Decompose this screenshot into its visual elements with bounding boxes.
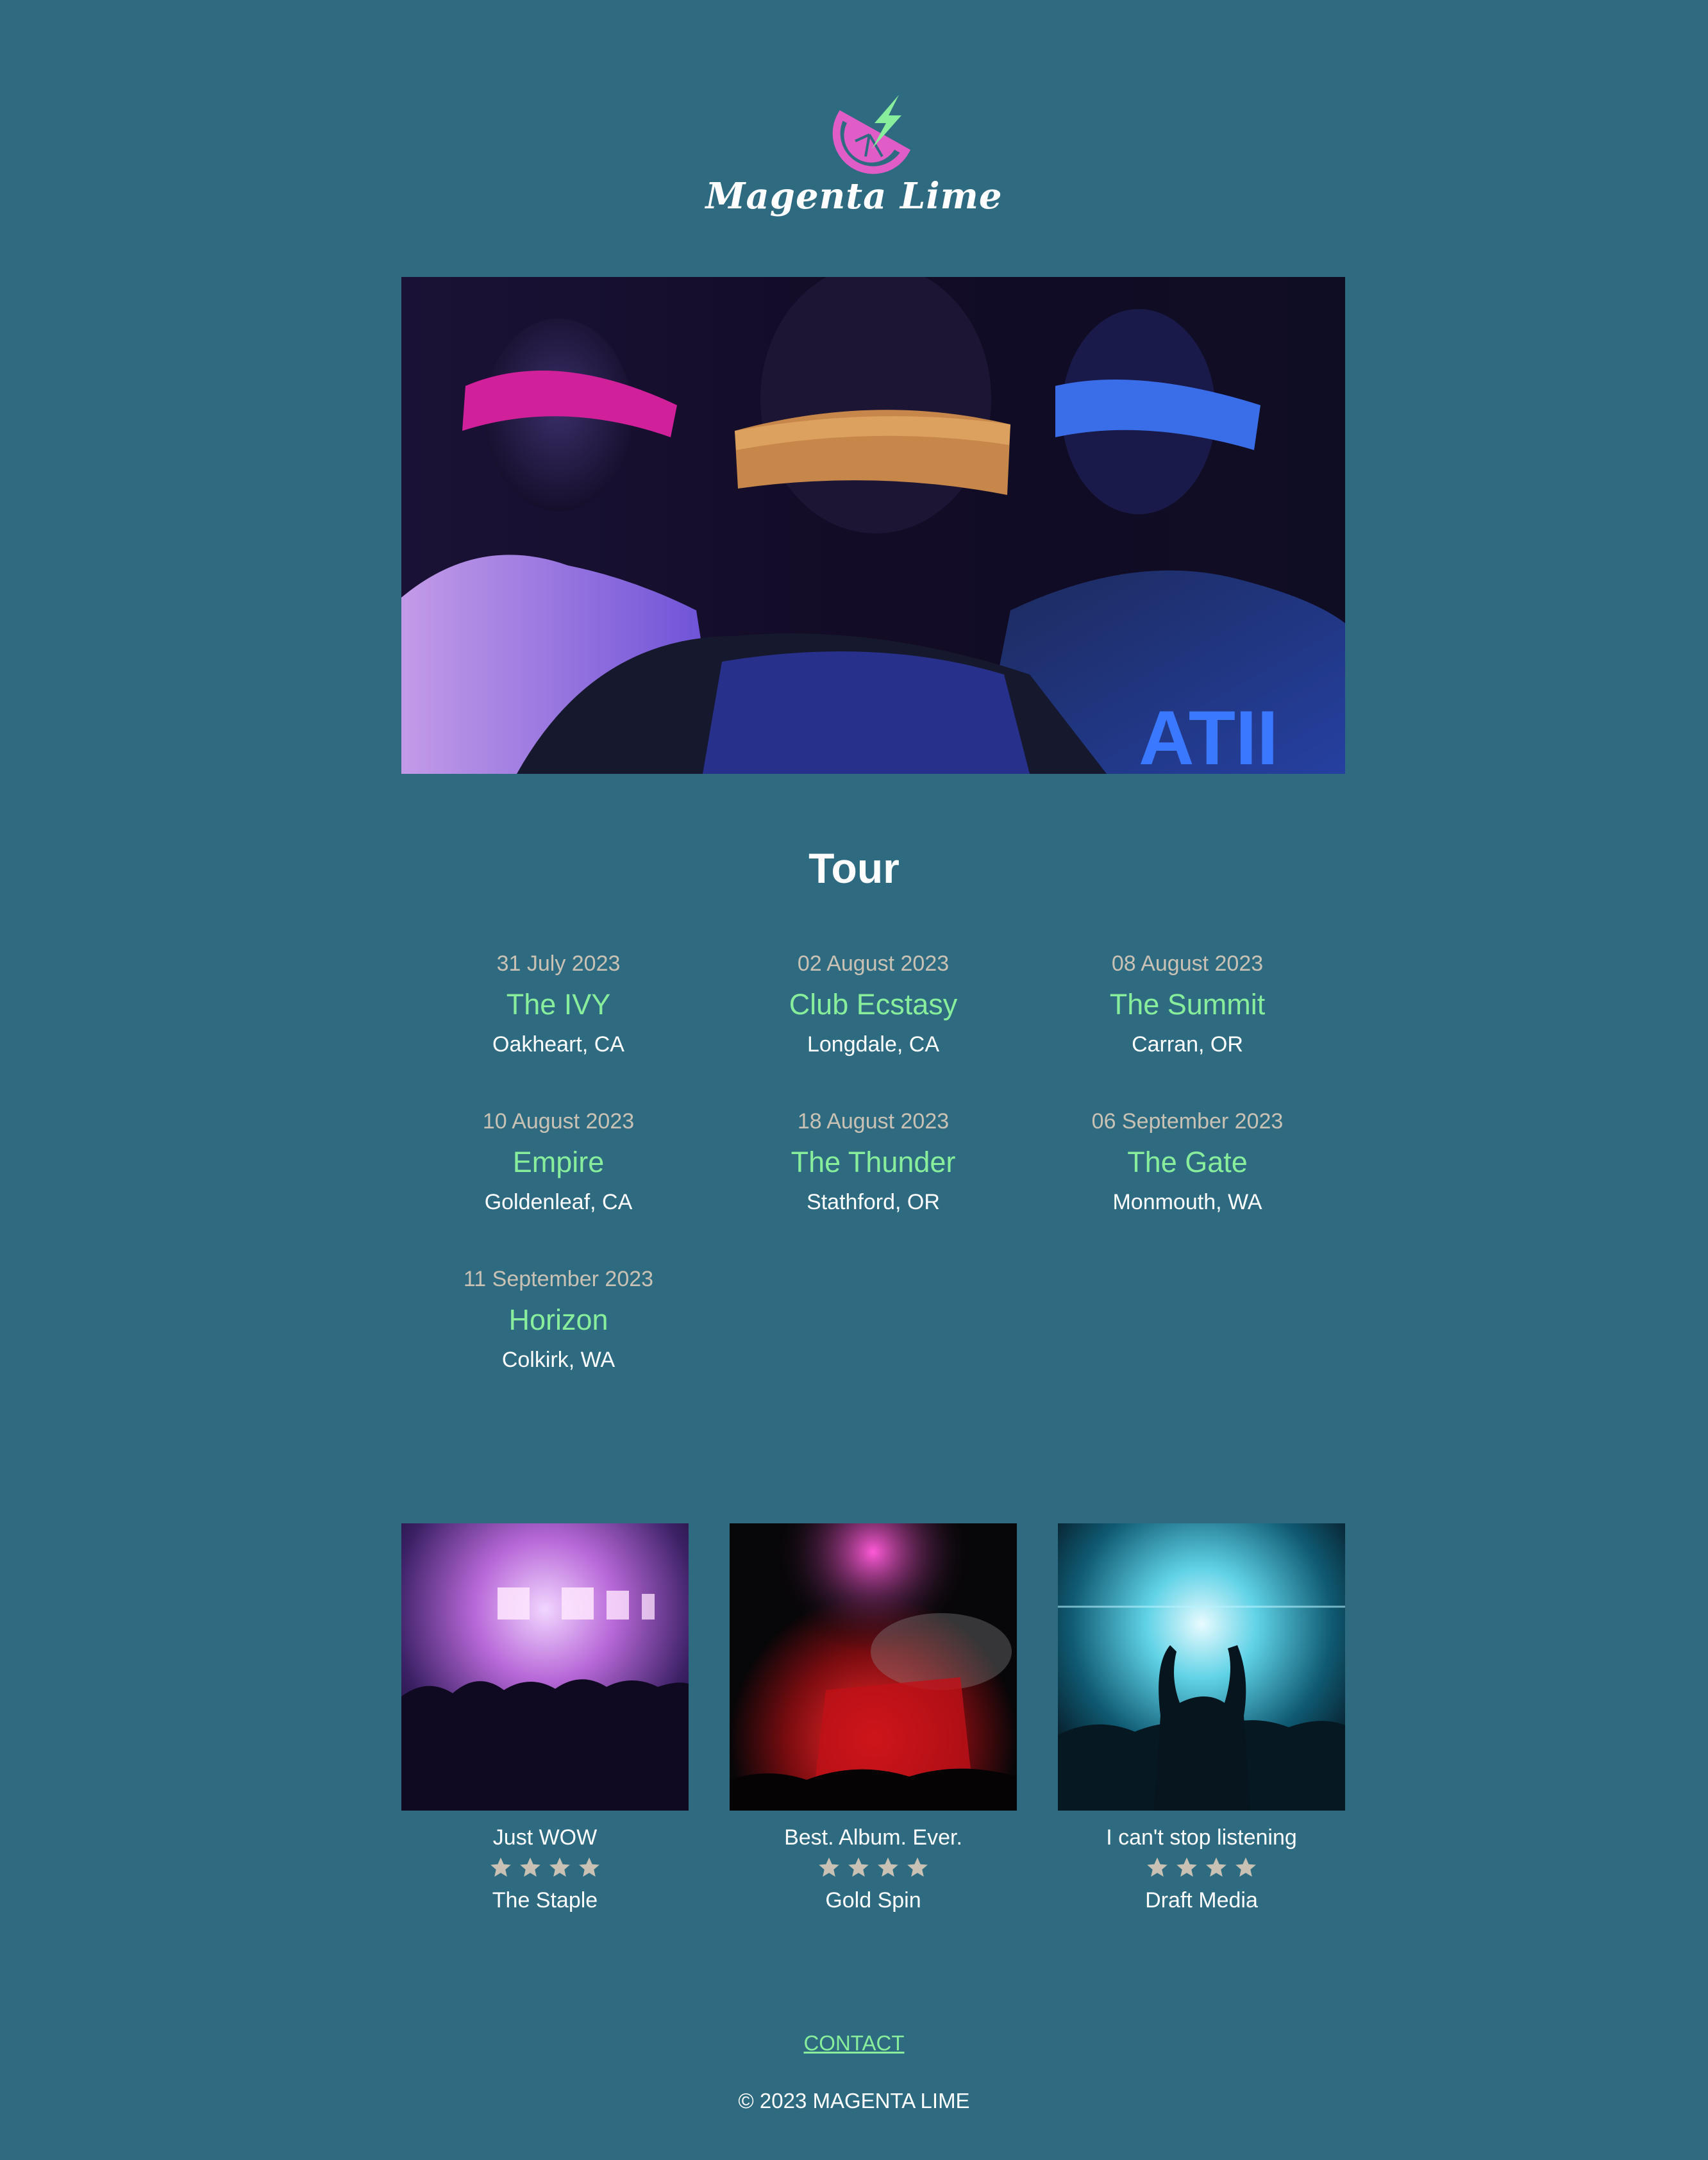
- review-quote: Best. Album. Ever.: [784, 1825, 962, 1850]
- event-date: 06 September 2023: [1091, 1109, 1284, 1134]
- tour-event: 06 September 2023 The Gate Monmouth, WA: [1027, 1109, 1348, 1215]
- star-icon: [1176, 1857, 1197, 1877]
- star-icon: [549, 1857, 570, 1877]
- contact-link[interactable]: CONTACT: [803, 2031, 904, 2055]
- star-icon: [490, 1857, 511, 1877]
- event-date: 31 July 2023: [496, 951, 621, 976]
- review-card: I can't stop listening Draft Media: [1058, 1523, 1345, 1913]
- review-source: Gold Spin: [825, 1888, 921, 1913]
- star-icon: [1206, 1857, 1227, 1877]
- tour-event: 11 September 2023 Horizon Colkirk, WA: [398, 1266, 719, 1373]
- star-icon: [878, 1857, 898, 1877]
- tour-event: 18 August 2023 The Thunder Stathford, OR: [713, 1109, 1034, 1215]
- star-icon: [848, 1857, 869, 1877]
- footer-contact: CONTACT: [0, 2031, 1708, 2055]
- review-quote: Just WOW: [492, 1825, 598, 1850]
- brand-name[interactable]: Magenta Lime: [0, 175, 1708, 217]
- star-icon: [1235, 1857, 1256, 1877]
- review-image: [401, 1523, 689, 1811]
- review-quote: I can't stop listening: [1106, 1825, 1297, 1850]
- event-city: Goldenleaf, CA: [484, 1190, 633, 1214]
- copyright-text: © 2023 MAGENTA LIME: [738, 2089, 970, 2113]
- star-icon: [819, 1857, 839, 1877]
- event-city: Oakheart, CA: [492, 1032, 624, 1057]
- review-rating: [730, 1855, 1017, 1884]
- review-source: Draft Media: [1145, 1888, 1258, 1913]
- tour-event: 10 August 2023 Empire Goldenleaf, CA: [398, 1109, 719, 1215]
- site-header: Magenta Lime: [0, 90, 1708, 231]
- event-city: Colkirk, WA: [501, 1348, 615, 1372]
- review-image: [1058, 1523, 1345, 1811]
- event-date: 11 September 2023: [463, 1267, 654, 1291]
- tour-event: 02 August 2023 Club Ecstasy Longdale, CA: [713, 951, 1034, 1057]
- event-city: Carran, OR: [1132, 1032, 1243, 1057]
- review-rating: [1058, 1855, 1345, 1884]
- event-venue-link[interactable]: Club Ecstasy: [713, 988, 1034, 1021]
- tour-event: 31 July 2023 The IVY Oakheart, CA: [398, 951, 719, 1057]
- event-date: 02 August 2023: [797, 951, 950, 976]
- event-venue-link[interactable]: The Summit: [1027, 988, 1348, 1021]
- page: Magenta Lime ATII Tour 31 July 2023 The …: [0, 0, 1708, 2160]
- svg-text:ATII: ATII: [1139, 695, 1278, 774]
- tour-event: 08 August 2023 The Summit Carran, OR: [1027, 951, 1348, 1057]
- citrus-slice-lightning-icon[interactable]: [830, 90, 914, 174]
- event-date: 18 August 2023: [797, 1109, 950, 1134]
- event-date: 10 August 2023: [482, 1109, 635, 1134]
- star-icon: [579, 1857, 599, 1877]
- star-icon: [907, 1857, 928, 1877]
- event-date: 08 August 2023: [1111, 951, 1264, 976]
- review-card: Best. Album. Ever. Gold Spin: [730, 1523, 1017, 1913]
- event-city: Stathford, OR: [807, 1190, 940, 1214]
- tour-heading: Tour: [808, 844, 900, 892]
- hero-image: ATII: [401, 277, 1345, 774]
- review-source: The Staple: [492, 1888, 598, 1913]
- event-venue-link[interactable]: Horizon: [398, 1303, 719, 1337]
- event-city: Longdale, CA: [807, 1032, 940, 1057]
- review-image: [730, 1523, 1017, 1811]
- review-card: Just WOW The Staple: [401, 1523, 689, 1913]
- review-rating: [401, 1855, 689, 1884]
- star-icon: [1147, 1857, 1168, 1877]
- star-icon: [520, 1857, 540, 1877]
- event-venue-link[interactable]: The Thunder: [713, 1146, 1034, 1179]
- event-venue-link[interactable]: The Gate: [1027, 1146, 1348, 1179]
- event-venue-link[interactable]: Empire: [398, 1146, 719, 1179]
- event-city: Monmouth, WA: [1112, 1190, 1262, 1214]
- event-venue-link[interactable]: The IVY: [398, 988, 719, 1021]
